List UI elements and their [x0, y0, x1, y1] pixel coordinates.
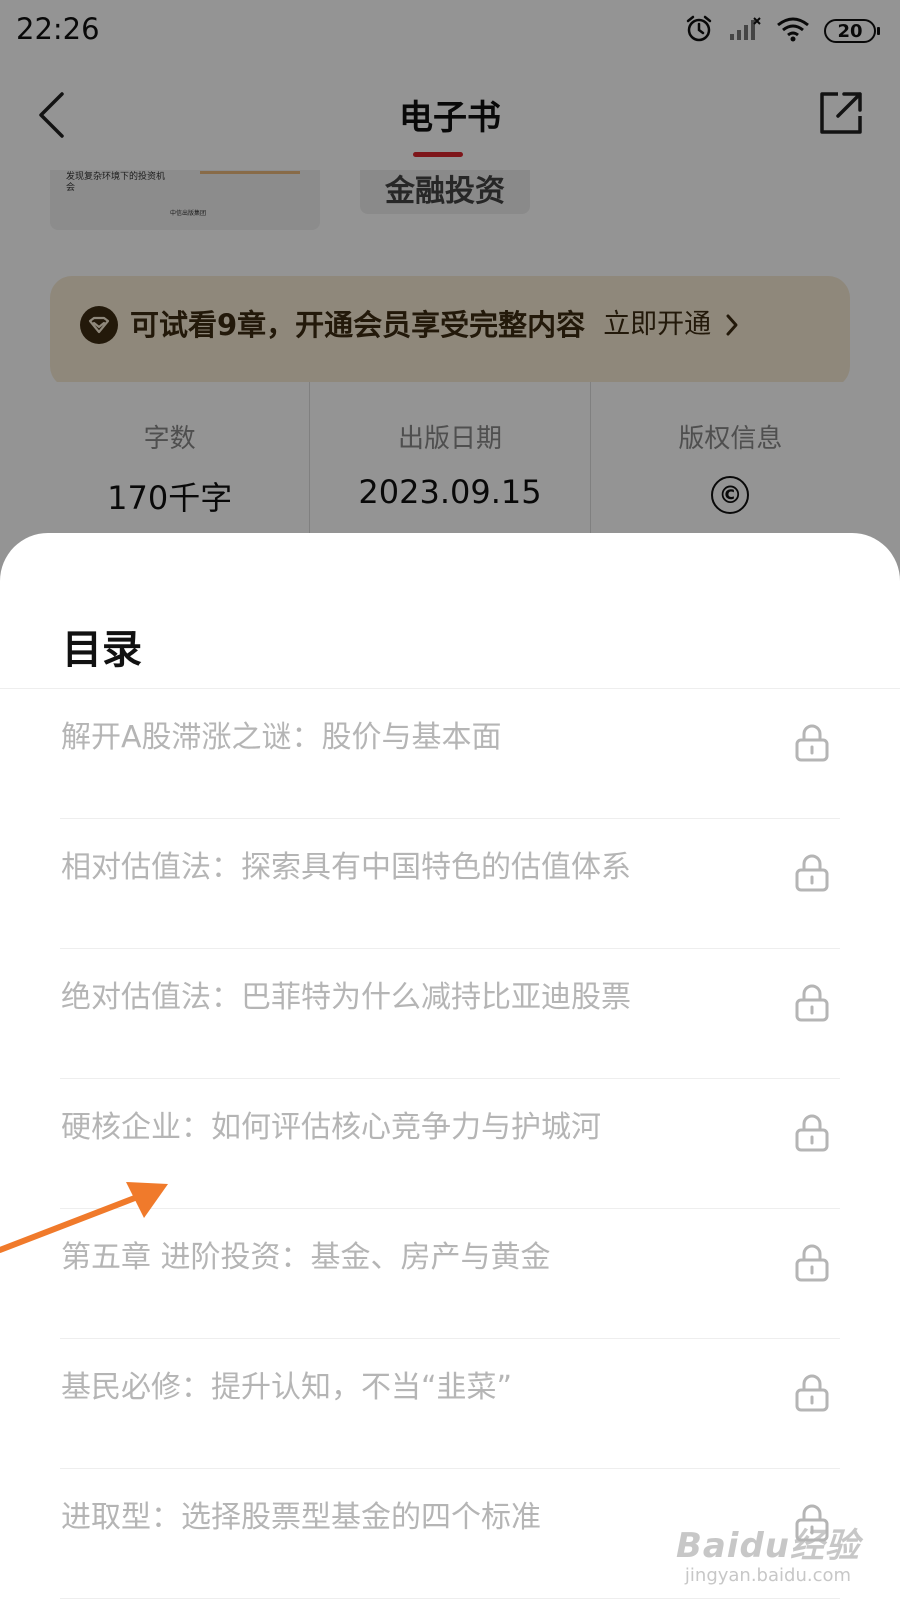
chapter-title: 基民必修：提升认知，不当“韭菜”: [61, 1370, 513, 1405]
chapter-item[interactable]: 绝对估值法：巴菲特为什么减持比亚迪股票: [60, 949, 840, 1079]
toc-title: 目录: [62, 627, 142, 673]
chapter-title: 绝对估值法：巴菲特为什么减持比亚迪股票: [61, 980, 631, 1015]
chapter-title: 硬核企业：如何评估核心竞争力与护城河: [61, 1110, 601, 1145]
annotation-arrow-icon: [0, 1182, 168, 1253]
lock-icon: [795, 1374, 829, 1412]
watermark: Baidu经验 jingyan.baidu.com: [676, 1518, 860, 1586]
chapter-title: 相对估值法：探索具有中国特色的估值体系: [61, 850, 631, 885]
lock-icon: [795, 1244, 829, 1282]
chapter-item[interactable]: 解开A股滞涨之谜：股价与基本面: [60, 689, 840, 819]
lock-icon: [795, 1114, 829, 1152]
toc-bottom-sheet: 目录 解开A股滞涨之谜：股价与基本面 相对估值法：探索具有中国特色的估值体系 绝…: [0, 533, 900, 1600]
chapter-list: 解开A股滞涨之谜：股价与基本面 相对估值法：探索具有中国特色的估值体系 绝对估值…: [0, 689, 900, 1599]
chapter-item[interactable]: 相对估值法：探索具有中国特色的估值体系: [60, 819, 840, 949]
lock-icon: [795, 984, 829, 1022]
lock-icon: [795, 854, 829, 892]
watermark-logo: Baidu经验: [675, 1526, 860, 1566]
chapter-item[interactable]: 基民必修：提升认知，不当“韭菜”: [60, 1339, 840, 1469]
watermark-url: jingyan.baidu.com: [684, 1565, 852, 1586]
lock-icon: [795, 724, 829, 762]
chapter-title: 解开A股滞涨之谜：股价与基本面: [61, 720, 502, 755]
chapter-title: 进取型：选择股票型基金的四个标准: [61, 1500, 541, 1535]
